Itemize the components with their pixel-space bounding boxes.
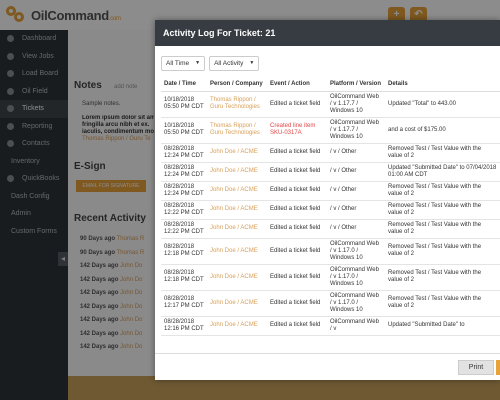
modal-title: Activity Log For Ticket: 21 [155, 20, 500, 46]
cell-platform: / v / Other [327, 181, 385, 201]
cell-platform: OilCommand Web / v 1.17.0 / Windows 10 [327, 290, 385, 317]
filter-bar: All Time ▼ All Activity ▼ [161, 56, 263, 71]
cell-date: 08/28/2018 12:17 PM CDT [161, 290, 207, 317]
cell-date: 08/28/2018 12:16 PM CDT [161, 316, 207, 336]
table-row: 08/28/2018 12:24 PM CDT John Doe / ACME Ed… [161, 181, 500, 201]
cell-event: Edited a ticket field [267, 264, 327, 291]
table-row: 10/18/2018 05:50 PM CDT Thomas Rippon / G… [161, 117, 500, 144]
cell-details: Removed Test / Test Value with the value… [385, 143, 500, 163]
cell-event: Edited a ticket field [267, 238, 327, 265]
time-filter-value: All Time [166, 60, 190, 67]
cell-date: 08/28/2018 12:24 PM CDT [161, 162, 207, 182]
cell-person[interactable]: John Doe / ACME [207, 181, 267, 201]
cell-details: Removed Test / Test Value with the value… [385, 200, 500, 220]
cell-date: 10/18/2018 05:50 PM CDT [161, 91, 207, 118]
cell-details: Updated "Total" to 443.00 [385, 91, 500, 118]
cell-platform: / v / Other [327, 200, 385, 220]
cell-date: 08/28/2018 12:18 PM CDT [161, 238, 207, 265]
cell-platform: OilCommand Web / v 1.17.7 / Windows 10 [327, 117, 385, 144]
activity-log-modal: Activity Log For Ticket: 21 All Time ▼ Al… [155, 20, 500, 380]
cell-platform: OilCommand Web / v 1.17.7 / Windows 10 [327, 91, 385, 118]
activity-filter-value: All Activity [214, 60, 244, 67]
table-row: 08/28/2018 12:17 PM CDT John Doe / ACME Ed… [161, 290, 500, 317]
cell-details: and a cost of $175.00 [385, 117, 500, 144]
cell-date: 08/28/2018 12:24 PM CDT [161, 143, 207, 163]
cell-person[interactable]: Thomas Rippon / Guru Technologies [207, 91, 267, 118]
cell-platform: OilCommand Web / v [327, 316, 385, 336]
cell-details: Updated "Submitted Date" to [385, 316, 500, 336]
cell-details: Removed Test / Test Value with the value… [385, 238, 500, 265]
table-row: 08/28/2018 12:16 PM CDT John Doe / ACME Ed… [161, 316, 500, 336]
cell-platform: OilCommand Web / v 1.17.0 / Windows 10 [327, 238, 385, 265]
cell-event: Edited a ticket field [267, 200, 327, 220]
cell-platform: / v / Other [327, 219, 385, 239]
cell-event: Edited a ticket field [267, 162, 327, 182]
cell-platform: / v / Other [327, 143, 385, 163]
cell-event: Edited a ticket field [267, 316, 327, 336]
cell-details: Removed Test / Test Value with the value… [385, 219, 500, 239]
table-row: 08/28/2018 12:18 PM CDT John Doe / ACME Ed… [161, 238, 500, 265]
cell-person[interactable]: John Doe / ACME [207, 219, 267, 239]
cell-person[interactable]: John Doe / ACME [207, 200, 267, 220]
column-header[interactable]: Details [385, 78, 500, 92]
column-header[interactable]: Event / Action [267, 78, 327, 92]
cell-details: Removed Test / Test Value with the value… [385, 264, 500, 291]
close-button[interactable] [496, 360, 500, 375]
cell-platform: OilCommand Web / v 1.17.0 / Windows 10 [327, 264, 385, 291]
cell-date: 08/28/2018 12:22 PM CDT [161, 219, 207, 239]
cell-person[interactable]: John Doe / ACME [207, 238, 267, 265]
activity-table: Date / Time Person / Company Event / Act… [161, 78, 500, 336]
column-header[interactable]: Person / Company [207, 78, 267, 92]
activity-filter-select[interactable]: All Activity ▼ [209, 56, 260, 71]
cell-event: Edited a ticket field [267, 91, 327, 118]
cell-event: Created line item SKU-0317A [267, 117, 327, 144]
column-header[interactable]: Date / Time [161, 78, 207, 92]
modal-footer: Print [155, 353, 500, 380]
cell-details: Updated "Submitted Date" to 07/04/2018 0… [385, 162, 500, 182]
cell-platform: / v / Other [327, 162, 385, 182]
time-filter-select[interactable]: All Time ▼ [161, 56, 206, 71]
cell-person[interactable]: John Doe / ACME [207, 316, 267, 336]
cell-date: 08/28/2018 12:24 PM CDT [161, 181, 207, 201]
cell-event: Edited a ticket field [267, 181, 327, 201]
cell-date: 10/18/2018 05:50 PM CDT [161, 117, 207, 144]
table-header-row: Date / Time Person / Company Event / Act… [161, 78, 500, 92]
cell-person[interactable]: Thomas Rippon / Guru Technologies [207, 117, 267, 144]
print-button[interactable]: Print [458, 360, 494, 375]
cell-event: Edited a ticket field [267, 143, 327, 163]
cell-details: Removed Test / Test Value with the value… [385, 290, 500, 317]
cell-event: Edited a ticket field [267, 219, 327, 239]
table-row: 08/28/2018 12:24 PM CDT John Doe / ACME Ed… [161, 162, 500, 182]
cell-event: Edited a ticket field [267, 290, 327, 317]
cell-person[interactable]: John Doe / ACME [207, 143, 267, 163]
cell-person[interactable]: John Doe / ACME [207, 162, 267, 182]
chevron-down-icon: ▼ [249, 60, 255, 66]
table-row: 10/18/2018 05:50 PM CDT Thomas Rippon / G… [161, 91, 500, 118]
activity-table-container[interactable]: Date / Time Person / Company Event / Act… [161, 78, 500, 353]
cell-date: 08/28/2018 12:18 PM CDT [161, 264, 207, 291]
table-row: 08/28/2018 12:18 PM CDT John Doe / ACME Ed… [161, 264, 500, 291]
cell-details: Removed Test / Test Value with the value… [385, 181, 500, 201]
table-row: 08/28/2018 12:22 PM CDT John Doe / ACME Ed… [161, 219, 500, 239]
cell-person[interactable]: John Doe / ACME [207, 264, 267, 291]
column-header[interactable]: Platform / Version [327, 78, 385, 92]
table-row: 08/28/2018 12:24 PM CDT John Doe / ACME Ed… [161, 143, 500, 163]
cell-date: 08/28/2018 12:22 PM CDT [161, 200, 207, 220]
chevron-down-icon: ▼ [195, 60, 201, 66]
cell-person[interactable]: John Doe / ACME [207, 290, 267, 317]
table-row: 08/28/2018 12:22 PM CDT John Doe / ACME Ed… [161, 200, 500, 220]
